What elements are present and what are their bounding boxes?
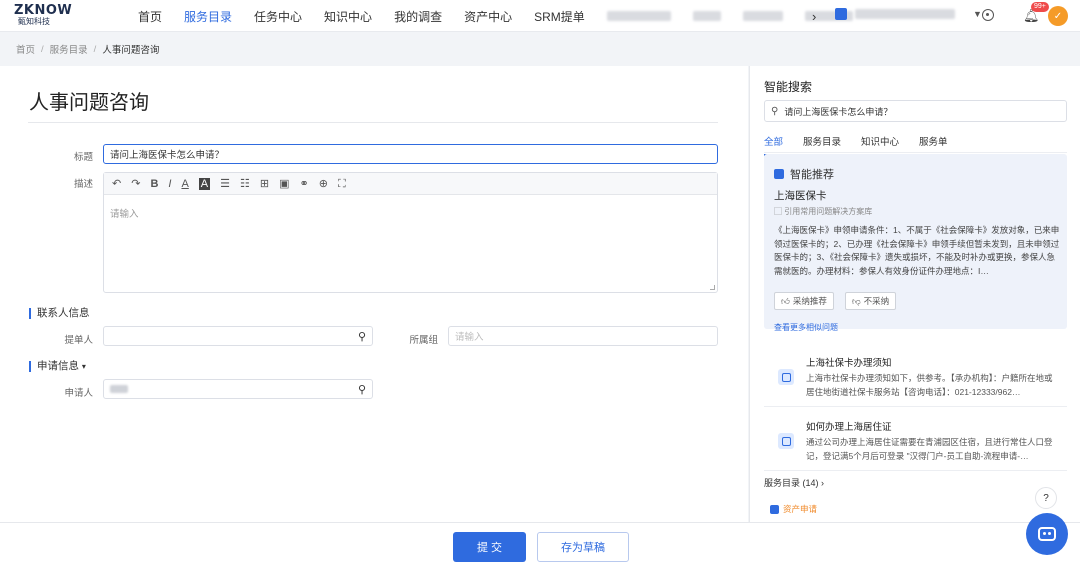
list-item[interactable]: 上海社保卡办理须知 上海市社保卡办理须知如下，供参考。【承办机构】：户籍所在地或…	[764, 349, 1067, 407]
ai-reference: ▢ 引用常用问题解决方案库	[774, 207, 873, 216]
fullscreen-icon[interactable]: ⛶	[338, 173, 346, 195]
redo-icon[interactable]: ↷	[131, 173, 140, 195]
breadcrumb-current: 人事问题咨询	[102, 45, 160, 56]
top-navbar: ZKNOW 甄知科技 首页 服务目录 任务中心 知识中心 我的调查 资产中心 S…	[0, 0, 1080, 32]
nav-item-home[interactable]: 首页	[138, 8, 162, 25]
bullet-list-icon[interactable]: ☰	[220, 173, 230, 195]
nav-item-redacted[interactable]	[742, 11, 783, 21]
thumbs-down-icon: 👎︎	[852, 295, 861, 306]
submitter-label: 提单人	[64, 335, 93, 346]
description-label: 描述	[73, 179, 93, 190]
smart-search-panel: 智能搜索 ⚲ 请问上海医保卡怎么申请？ 全部 服务目录 知识中心 服务单 智能推…	[749, 66, 1080, 522]
divider	[28, 122, 718, 123]
robot-icon	[1038, 527, 1056, 541]
contact-section-title: 联系人信息	[29, 308, 90, 319]
chatbot-button[interactable]	[1026, 513, 1068, 555]
group-label: 所属组	[409, 335, 438, 346]
tenant-name-redacted	[855, 9, 955, 19]
nav-item-redacted[interactable]	[606, 11, 671, 21]
avatar[interactable]: ✓	[1048, 6, 1068, 26]
title-input[interactable]: 请问上海医保卡怎么申请？	[103, 144, 718, 164]
result-description: 通过公司办理上海居住证需要在青浦园区住宿，且进行常住人口登记，登记满5个月后可登…	[806, 437, 1053, 461]
tenant-icon	[835, 8, 847, 20]
chevron-down-icon: ▼	[973, 9, 982, 19]
description-placeholder: 请输入	[110, 209, 139, 220]
target-icon[interactable]	[982, 9, 994, 21]
link-icon[interactable]: ⚭	[300, 173, 309, 195]
undo-icon[interactable]: ↶	[112, 173, 121, 195]
bold-icon[interactable]: B	[150, 173, 158, 195]
save-draft-button[interactable]: 存为草稿	[537, 532, 629, 562]
applicant-label: 申请人	[64, 388, 93, 399]
font-color-icon[interactable]: A	[181, 173, 188, 195]
background-color-icon[interactable]: A	[198, 177, 211, 190]
submit-button[interactable]: 提 交	[453, 532, 526, 562]
ai-recommendation-card: 智能推荐 上海医保卡 ▢ 引用常用问题解决方案库 《上海医保卡》申领申请条件：1…	[764, 154, 1067, 332]
ai-answer-text: 《上海医保卡》申领申请条件：1、不属于《社会保障卡》发放对象，已来申领过医保卡的…	[774, 225, 1060, 276]
more-similar-link[interactable]: 查看更多相似问题	[774, 322, 838, 333]
apply-section-title: 申请信息 ▾	[29, 361, 86, 372]
image-icon[interactable]: ▣	[279, 173, 289, 195]
smart-search-input[interactable]: ⚲ 请问上海医保卡怎么申请？	[764, 100, 1067, 122]
group-input[interactable]: 请输入	[448, 326, 718, 346]
resize-handle-icon[interactable]	[710, 285, 715, 290]
result-title[interactable]: 上海社保卡办理须知	[806, 355, 892, 369]
service-item[interactable]: 资产申请	[770, 503, 817, 515]
ai-subtitle: 上海医保卡	[774, 190, 827, 202]
search-icon[interactable]: ⚲	[358, 383, 366, 396]
embed-icon[interactable]: ⊕	[319, 173, 328, 195]
submitter-input[interactable]: ⚲	[103, 326, 373, 346]
nav-item-my-survey[interactable]: 我的调查	[394, 8, 442, 25]
form-footer: 提 交 存为草稿	[0, 522, 1080, 569]
reject-button[interactable]: 👎︎ 不采纳	[845, 292, 897, 310]
side-title: 智能搜索	[764, 80, 813, 94]
description-editor[interactable]: ↶ ↷ B I A A ☰ ☷ ⊞ ▣ ⚭ ⊕ ⛶ 请输入	[103, 172, 718, 293]
search-icon[interactable]: ⚲	[358, 330, 366, 343]
result-title[interactable]: 如何办理上海居住证	[806, 419, 892, 433]
list-item[interactable]: 如何办理上海居住证 通过公司办理上海居住证需要在青浦园区住宿，且进行常住人口登记…	[764, 413, 1067, 471]
adopt-button[interactable]: 👍︎ 采纳推荐	[774, 292, 834, 310]
search-icon[interactable]: ⚲	[771, 106, 778, 117]
service-icon	[770, 504, 779, 514]
nav-item-knowledge-center[interactable]: 知识中心	[324, 8, 372, 25]
breadcrumb: 首页 / 服务目录 / 人事问题咨询	[0, 33, 1080, 65]
thumbs-up-icon: 👍︎	[781, 295, 790, 306]
title-label: 标题	[73, 152, 93, 163]
breadcrumb-home[interactable]: 首页	[16, 42, 35, 56]
notification-badge: 99+	[1031, 2, 1049, 12]
result-description: 上海市社保卡办理须知如下，供参考。【承办机构】：户籍所在地或居住地街道社保卡服务…	[806, 373, 1053, 397]
nav-item-task-center[interactable]: 任务中心	[254, 8, 302, 25]
ai-icon	[774, 169, 784, 179]
service-catalog-link[interactable]: 服务目录 (14) ›	[764, 476, 824, 489]
request-form: 人事问题咨询 标题 请问上海医保卡怎么申请？ 描述 ↶ ↷ B I A A ☰ …	[0, 66, 748, 522]
applicant-input[interactable]: ⚲	[103, 379, 373, 399]
nav-more-chevron-icon[interactable]: ›	[812, 9, 816, 24]
help-question-icon[interactable]: ?	[1035, 487, 1057, 509]
nav-item-redacted[interactable]	[692, 11, 721, 21]
italic-icon[interactable]: I	[168, 173, 171, 195]
ai-heading: 智能推荐	[774, 166, 834, 182]
ordered-list-icon[interactable]: ☷	[240, 173, 250, 195]
nav-item-srm[interactable]: SRM提单	[534, 8, 585, 25]
applicant-value-redacted	[110, 385, 128, 393]
editor-toolbar: ↶ ↷ B I A A ☰ ☷ ⊞ ▣ ⚭ ⊕ ⛶	[104, 173, 717, 195]
main-nav: 首页 服务目录 任务中心 知识中心 我的调查 资产中心 SRM提单	[138, 0, 875, 32]
nav-item-asset-center[interactable]: 资产中心	[464, 8, 512, 25]
breadcrumb-service-catalog[interactable]: 服务目录	[50, 42, 88, 56]
knowledge-icon	[778, 369, 794, 385]
nav-item-service-catalog[interactable]: 服务目录	[184, 8, 232, 25]
divider	[764, 152, 1067, 153]
tenant-switcher[interactable]: ▼	[835, 8, 982, 20]
company-logo[interactable]: ZKNOW 甄知科技	[14, 4, 74, 28]
page-title: 人事问题咨询	[29, 92, 149, 114]
table-icon[interactable]: ⊞	[260, 173, 269, 195]
knowledge-icon	[778, 433, 794, 449]
